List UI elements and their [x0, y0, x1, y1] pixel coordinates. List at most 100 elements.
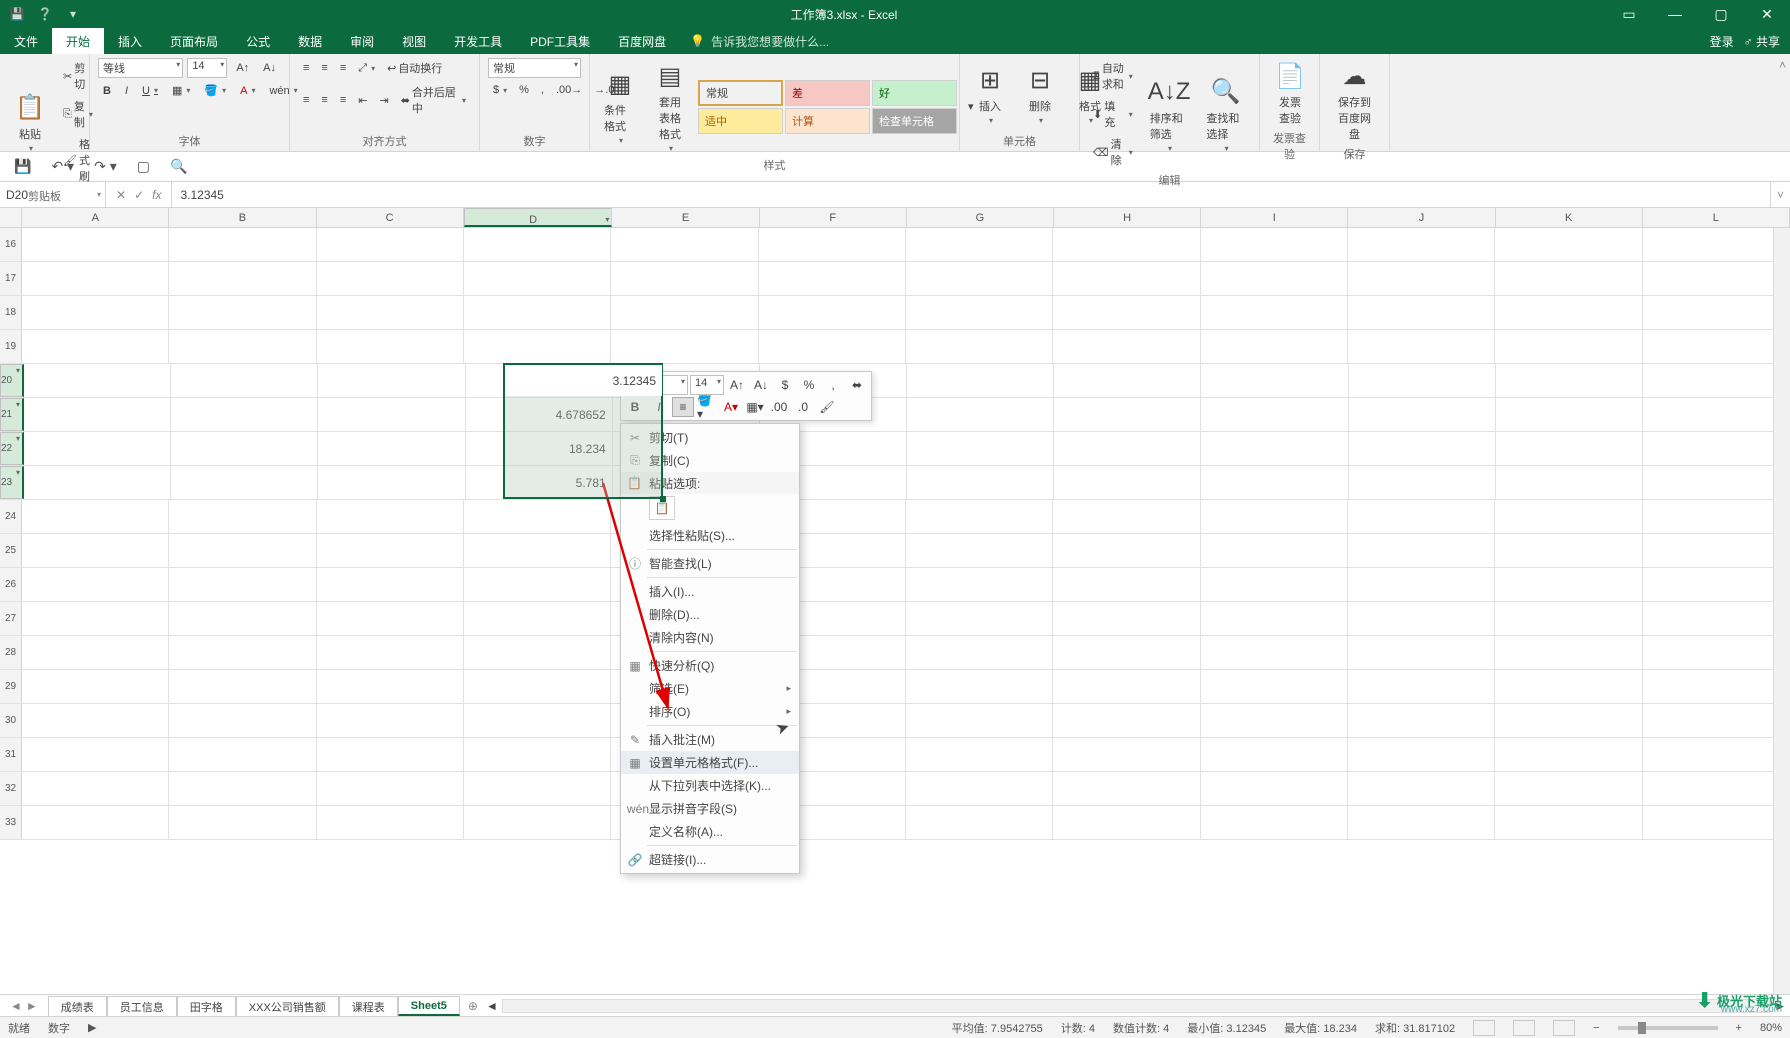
- tab-insert[interactable]: 插入: [104, 28, 156, 54]
- cell[interactable]: [1495, 330, 1642, 363]
- cell[interactable]: [169, 772, 316, 805]
- tab-file[interactable]: 文件: [0, 28, 52, 54]
- cell[interactable]: [317, 636, 464, 669]
- cell[interactable]: [1496, 364, 1643, 397]
- cond-format-button[interactable]: ▦条件格式: [598, 66, 642, 147]
- cell[interactable]: [1495, 772, 1642, 805]
- cell[interactable]: [22, 806, 169, 839]
- cell[interactable]: [1053, 806, 1200, 839]
- cell[interactable]: [169, 296, 316, 329]
- cell[interactable]: [464, 806, 611, 839]
- cell[interactable]: [906, 738, 1053, 771]
- cell[interactable]: [1201, 670, 1348, 703]
- cell[interactable]: [1348, 704, 1495, 737]
- help-icon[interactable]: ❔: [36, 5, 54, 23]
- cell[interactable]: [1201, 568, 1348, 601]
- cell[interactable]: [1201, 432, 1348, 465]
- clear-button[interactable]: ⌫ 清除: [1088, 134, 1138, 170]
- cell[interactable]: [1496, 398, 1643, 431]
- mini-currency[interactable]: $: [774, 375, 796, 395]
- row-header[interactable]: 17: [0, 262, 22, 295]
- fill-button[interactable]: ⬇ 填充: [1088, 96, 1138, 132]
- cell[interactable]: [317, 296, 464, 329]
- cell[interactable]: [907, 466, 1054, 499]
- tab-home[interactable]: 开始: [52, 28, 104, 54]
- expand-formula-bar-button[interactable]: ˅: [1770, 182, 1790, 207]
- cell[interactable]: [1054, 364, 1201, 397]
- tab-review[interactable]: 审阅: [336, 28, 388, 54]
- cell[interactable]: 4.678652: [466, 398, 613, 431]
- cell[interactable]: [169, 636, 316, 669]
- sheet-nav-prev[interactable]: ◄: [10, 999, 22, 1013]
- cell[interactable]: [1348, 772, 1495, 805]
- cell[interactable]: [464, 568, 611, 601]
- ctx-paste-special[interactable]: 选择性粘贴(S)...: [621, 524, 799, 547]
- column-header[interactable]: H: [1054, 208, 1201, 227]
- cell[interactable]: [1643, 398, 1790, 431]
- cell[interactable]: [1643, 738, 1790, 771]
- cell[interactable]: [1348, 806, 1495, 839]
- fill-handle[interactable]: [660, 496, 666, 502]
- select-all-corner[interactable]: [0, 208, 22, 227]
- cell[interactable]: [22, 670, 169, 703]
- cell[interactable]: 18.234: [466, 432, 613, 465]
- indent-dec-button[interactable]: ⇤: [353, 92, 372, 109]
- row-header[interactable]: 33: [0, 806, 22, 839]
- column-header[interactable]: A: [22, 208, 169, 227]
- column-header[interactable]: G: [907, 208, 1054, 227]
- cell[interactable]: [1643, 772, 1790, 805]
- collapse-ribbon-button[interactable]: ˄: [1779, 58, 1786, 72]
- cell[interactable]: [759, 262, 906, 295]
- cell[interactable]: [22, 330, 169, 363]
- mini-bold[interactable]: B: [624, 397, 646, 417]
- cell[interactable]: [1349, 398, 1496, 431]
- view-normal-button[interactable]: [1473, 1020, 1495, 1036]
- sort-filter-button[interactable]: A↓Z排序和筛选: [1144, 74, 1195, 155]
- font-size-select[interactable]: 14: [187, 58, 227, 78]
- cell[interactable]: [318, 364, 465, 397]
- cell[interactable]: [1495, 670, 1642, 703]
- maximize-icon[interactable]: ▢: [1698, 0, 1744, 28]
- style-calc[interactable]: 计算: [785, 108, 870, 134]
- style-good[interactable]: 好: [872, 80, 957, 106]
- tab-pdf[interactable]: PDF工具集: [516, 28, 604, 54]
- cell[interactable]: [24, 432, 171, 465]
- cell[interactable]: [1643, 568, 1790, 601]
- ctx-hyperlink[interactable]: 🔗超链接(I)...: [621, 848, 799, 871]
- orientation-button[interactable]: ⤢: [353, 60, 380, 77]
- cell[interactable]: [1201, 262, 1348, 295]
- cell[interactable]: [1053, 500, 1200, 533]
- cell[interactable]: [169, 806, 316, 839]
- row-header[interactable]: 21: [0, 398, 24, 431]
- cell[interactable]: [317, 670, 464, 703]
- font-name-select[interactable]: 等线: [98, 58, 183, 78]
- cell[interactable]: [171, 466, 318, 499]
- cell[interactable]: [611, 330, 758, 363]
- add-sheet-button[interactable]: ⊕: [460, 995, 486, 1016]
- cell[interactable]: [317, 534, 464, 567]
- row-header[interactable]: 25: [0, 534, 22, 567]
- paste-button[interactable]: 📋粘贴: [8, 90, 52, 155]
- cell[interactable]: [169, 704, 316, 737]
- cell[interactable]: [1053, 534, 1200, 567]
- cell[interactable]: [1201, 466, 1348, 499]
- cell[interactable]: [169, 670, 316, 703]
- ctx-delete[interactable]: 删除(D)...: [621, 603, 799, 626]
- cell[interactable]: [1643, 364, 1790, 397]
- number-format-select[interactable]: 常规: [488, 58, 581, 78]
- cell[interactable]: [1053, 670, 1200, 703]
- cell[interactable]: [1348, 330, 1495, 363]
- cell[interactable]: [1054, 432, 1201, 465]
- cell[interactable]: [1348, 602, 1495, 635]
- mini-format-painter[interactable]: 🖌: [816, 397, 838, 417]
- mini-grow-font[interactable]: A↑: [726, 375, 748, 395]
- invoice-check-button[interactable]: 📄发票 查验: [1268, 58, 1312, 128]
- cell[interactable]: [317, 330, 464, 363]
- cell[interactable]: [1348, 568, 1495, 601]
- cell[interactable]: [464, 602, 611, 635]
- comma-button[interactable]: ,: [536, 82, 549, 98]
- ctx-define-name[interactable]: 定义名称(A)...: [621, 820, 799, 843]
- cell[interactable]: [1054, 398, 1201, 431]
- inc-decimal-button[interactable]: .00→: [551, 82, 587, 98]
- menu-dd-icon[interactable]: ▾: [64, 5, 82, 23]
